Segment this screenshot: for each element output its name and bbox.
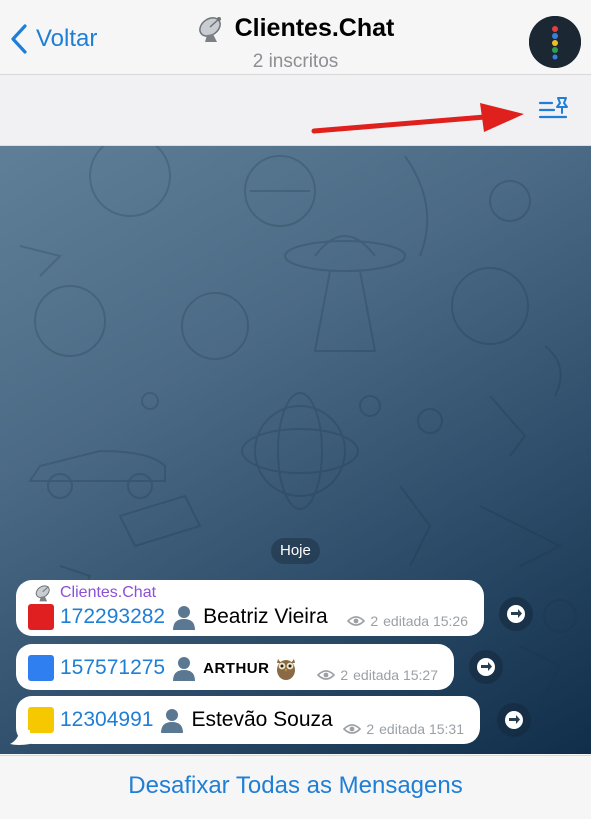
person-icon <box>173 606 196 630</box>
message-content: 12304991 Estevão Souza <box>28 707 333 733</box>
satellite-icon <box>35 585 50 602</box>
message-content: 157571275 ARTHUR <box>28 655 297 681</box>
date-separator: Hoje <box>271 538 320 564</box>
phone-number-link[interactable]: 172293282 <box>60 605 165 629</box>
bottom-bar: Desafixar Todas as Mensagens <box>0 755 591 819</box>
pinned-message[interactable]: 12304991 Estevão Souza 2 editada 15:31 <box>16 696 480 744</box>
chat-title-text: Clientes.Chat <box>234 14 395 42</box>
subscriber-count: 2 inscritos <box>252 50 339 72</box>
share-button[interactable] <box>499 597 533 631</box>
unpin-all-button[interactable]: Desafixar Todas as Mensagens <box>128 772 462 800</box>
chat-title: Clientes.Chat <box>197 14 395 43</box>
eye-icon <box>343 724 362 734</box>
sender-name: Clientes.Chat <box>60 584 157 601</box>
satellite-icon <box>198 16 221 42</box>
pinned-message[interactable]: 157571275 ARTHUR 2 editada 15:27 <box>16 644 454 690</box>
message-meta: 2 editada 15:26 <box>347 613 468 629</box>
share-button[interactable] <box>497 703 531 737</box>
share-icon <box>477 658 495 676</box>
edited-time: editada 15:31 <box>379 721 464 737</box>
title-area[interactable]: Clientes.Chat 2 inscritos <box>0 14 591 73</box>
edited-time: editada 15:27 <box>353 667 438 683</box>
share-button[interactable] <box>469 650 503 684</box>
eye-icon <box>347 616 366 626</box>
avatar-image <box>529 16 581 68</box>
edited-time: editada 15:26 <box>383 613 468 629</box>
view-count: 2 <box>366 721 375 737</box>
person-icon <box>161 709 184 733</box>
view-count: 2 <box>370 613 379 629</box>
pinned-message[interactable]: Clientes.Chat 172293282 Beatriz Vieira 2… <box>16 580 484 636</box>
channel-avatar[interactable] <box>529 16 581 68</box>
contact-name: Estevão Souza <box>191 708 333 731</box>
message-meta: 2 editada 15:31 <box>343 721 464 737</box>
red-arrow-annotation <box>311 103 524 134</box>
bubble-tail <box>10 730 30 745</box>
person-icon <box>173 657 196 681</box>
message-content: 172293282 Beatriz Vieira <box>28 604 328 630</box>
pinned-list-icon <box>538 97 568 119</box>
phone-number-link[interactable]: 12304991 <box>60 708 153 732</box>
message-meta: 2 editada 15:27 <box>317 667 438 683</box>
contact-name: ARTHUR <box>203 659 270 677</box>
share-icon <box>505 711 523 729</box>
eye-icon <box>317 670 336 680</box>
pinned-list-button[interactable] <box>536 94 572 126</box>
message-sender[interactable]: Clientes.Chat <box>34 584 156 602</box>
contact-name: Beatriz Vieira <box>203 605 328 628</box>
navigation-bar: Voltar Clientes.Chat 2 inscritos <box>0 0 591 75</box>
phone-number-link[interactable]: 157571275 <box>60 656 165 680</box>
share-icon <box>507 605 525 623</box>
yellow-square-icon <box>28 707 54 733</box>
owl-icon <box>277 659 296 680</box>
red-square-icon <box>28 604 54 630</box>
view-count: 2 <box>340 667 349 683</box>
blue-square-icon <box>28 655 54 681</box>
